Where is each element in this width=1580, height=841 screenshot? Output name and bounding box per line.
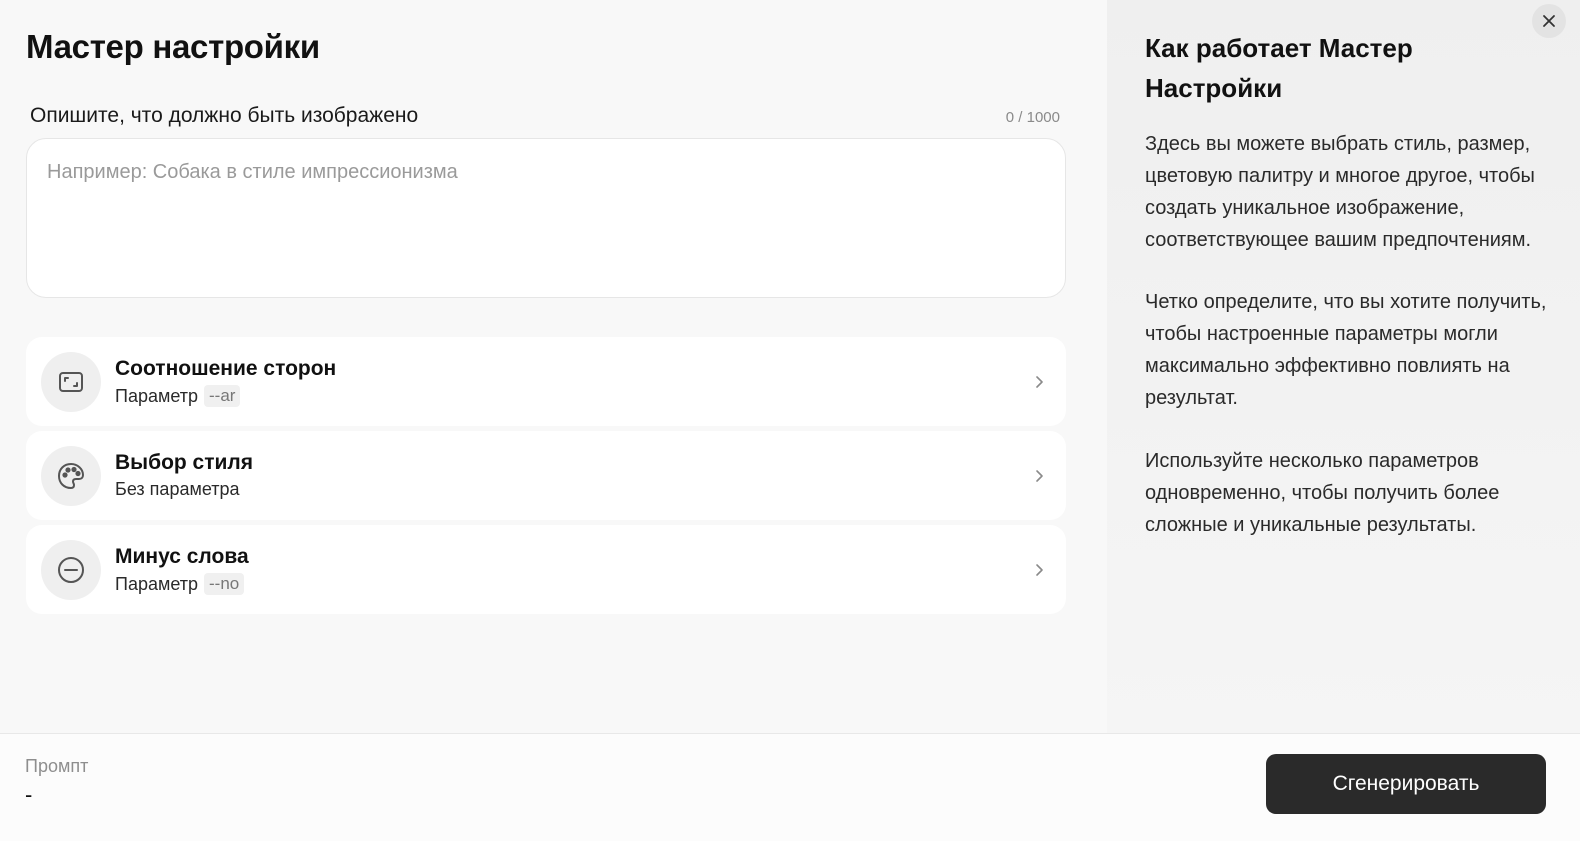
prompt-label: Промпт: [25, 756, 89, 776]
generate-button[interactable]: Сгенерировать: [1266, 754, 1546, 814]
option-title: Минус слова: [115, 545, 249, 568]
parameter-tag: --ar: [204, 385, 241, 407]
close-button[interactable]: [1532, 4, 1566, 38]
chevron-right-icon: [1036, 470, 1043, 482]
page-title: Мастер настройки: [26, 28, 320, 65]
option-negative-words[interactable]: Минус слова Параметр --no: [26, 525, 1066, 614]
aspect-ratio-icon: [41, 352, 101, 412]
option-title: Выбор стиля: [115, 451, 254, 474]
option-subtitle: Параметр --no: [115, 573, 245, 595]
info-paragraph: Используйте несколько параметров одновре…: [1145, 450, 1500, 536]
parameter-tag: --no: [204, 573, 245, 595]
option-subtitle-text: Параметр: [115, 385, 199, 406]
option-subtitle-text: Параметр: [115, 573, 199, 594]
option-subtitle: Параметр --ar: [115, 385, 241, 407]
chevron-right-icon: [1036, 376, 1043, 388]
info-paragraph: Четко определите, что вы хотите получить…: [1145, 291, 1547, 409]
option-aspect-ratio[interactable]: Соотношение сторон Параметр --ar: [26, 337, 1066, 426]
option-title: Соотношение сторон: [115, 357, 337, 380]
option-subtitle: Без параметра: [115, 479, 240, 500]
setup-wizard-modal: Мастер настройки Опишите, что должно быт…: [0, 0, 1580, 841]
option-subtitle-text: Без параметра: [115, 479, 240, 499]
wizard-main-panel: Мастер настройки Опишите, что должно быт…: [0, 0, 1107, 733]
chevron-right-icon: [1036, 564, 1043, 576]
info-panel: Как работает Мастер Настройки Здесь вы м…: [1107, 0, 1580, 733]
palette-icon: [41, 446, 101, 506]
info-title: Как работает Мастер Настройки: [1145, 33, 1413, 103]
character-counter: 0 / 1000: [1005, 109, 1060, 126]
description-input[interactable]: [26, 138, 1066, 298]
info-paragraph: Здесь вы можете выбрать стиль, размер, ц…: [1145, 133, 1535, 251]
close-icon: [1543, 15, 1555, 27]
minus-circle-icon: [41, 540, 101, 600]
prompt-value: -: [25, 782, 33, 807]
option-style[interactable]: Выбор стиля Без параметра: [26, 431, 1066, 520]
description-label: Опишите, что должно быть изображено: [30, 104, 419, 127]
footer-bar: Промпт - Сгенерировать: [0, 733, 1580, 841]
